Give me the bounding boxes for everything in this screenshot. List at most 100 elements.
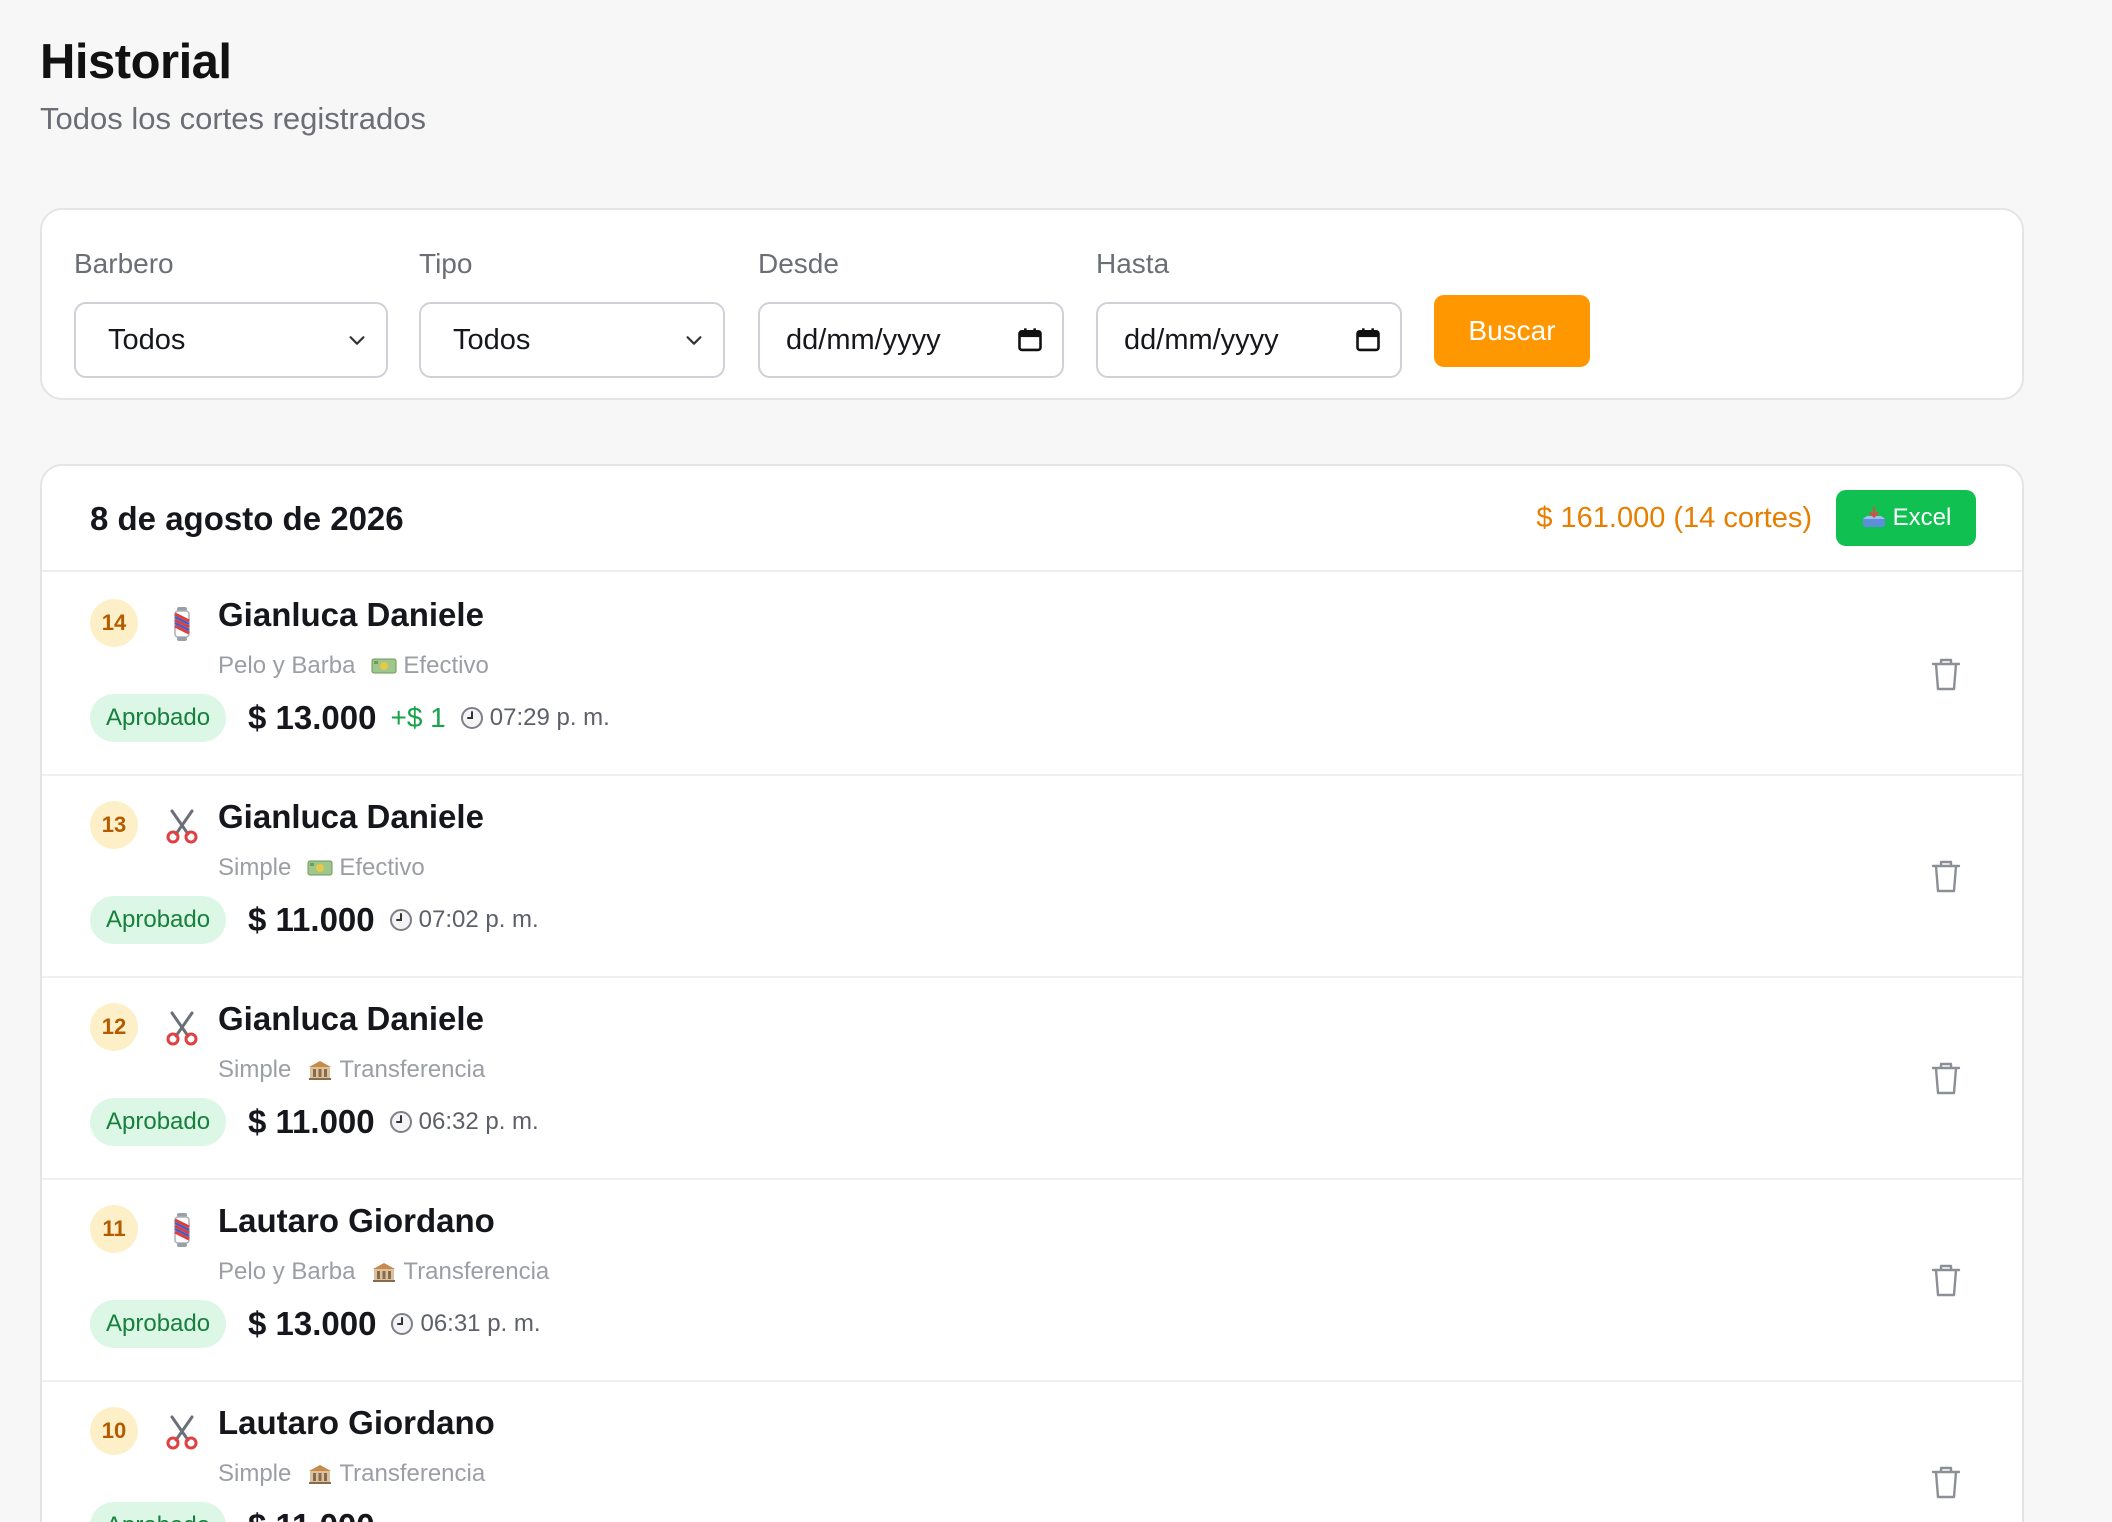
clock-icon bbox=[460, 707, 483, 729]
entry-meta: Simple Efectivo bbox=[218, 854, 425, 882]
entry-amount-row: $ 11.000 bbox=[248, 1502, 389, 1522]
tipo-select-value: Todos bbox=[453, 323, 531, 356]
payment-method: Transferencia bbox=[403, 1258, 550, 1285]
service-type: Pelo y Barba bbox=[218, 652, 356, 679]
barber-name: Gianluca Daniele bbox=[218, 596, 484, 633]
excel-label: Excel bbox=[1892, 504, 1952, 531]
status-badge: Aprobado bbox=[90, 1300, 227, 1348]
history-list: 8 de agosto de 2026 $ 161.000 (14 cortes… bbox=[40, 464, 2024, 1522]
service-type: Simple bbox=[218, 854, 292, 881]
service-type: Pelo y Barba bbox=[218, 1258, 356, 1285]
entry-number-badge: 14 bbox=[90, 599, 138, 647]
bank-icon bbox=[371, 1261, 397, 1283]
clock-icon bbox=[391, 1313, 414, 1335]
desde-date-value: dd/mm/yyyy bbox=[786, 323, 941, 356]
entry-price: $ 11.000 bbox=[248, 901, 375, 938]
trash-icon[interactable] bbox=[1930, 1060, 1962, 1096]
entry-tip: +$ 1 bbox=[390, 702, 446, 733]
chevron-down-icon bbox=[349, 336, 365, 345]
page: Historial Todos los cortes registrados B… bbox=[0, 0, 2112, 1522]
entry-number-badge: 13 bbox=[90, 801, 138, 849]
entry-amount-row: $ 13.000 06:31 p. m. bbox=[248, 1300, 541, 1348]
history-entry: 11 Lautaro Giordano Pelo y Barba Transferen… bbox=[42, 1180, 2022, 1382]
hasta-field: Hasta dd/mm/yyyy bbox=[1096, 246, 1402, 378]
barber-pole-icon bbox=[164, 606, 200, 642]
barbero-label: Barbero bbox=[74, 248, 174, 279]
history-entry: 13 Gianluca Daniele Simple Efectivo Aprobado… bbox=[42, 776, 2022, 978]
entry-meta: Pelo y Barba Efectivo bbox=[218, 652, 489, 680]
entry-time: 06:32 p. m. bbox=[418, 1108, 539, 1135]
clock-icon bbox=[389, 909, 412, 931]
entry-number-badge: 10 bbox=[90, 1407, 138, 1455]
day-date: 8 de agosto de 2026 bbox=[90, 500, 404, 537]
hasta-date-value: dd/mm/yyyy bbox=[1124, 323, 1279, 356]
history-entry: 14 Gianluca Daniele Pelo y Barba Efectivo Ap… bbox=[42, 574, 2022, 776]
entry-amount-row: $ 11.000 07:02 p. m. bbox=[248, 896, 539, 944]
trash-icon[interactable] bbox=[1930, 1262, 1962, 1298]
tipo-select[interactable]: Todos bbox=[419, 302, 725, 378]
entry-price: $ 11.000 bbox=[248, 1507, 375, 1522]
barber-name: Lautaro Giordano bbox=[218, 1404, 495, 1441]
desde-label: Desde bbox=[758, 248, 839, 279]
cash-icon bbox=[371, 655, 397, 677]
entry-amount-row: $ 13.000 +$ 1 07:29 p. m. bbox=[248, 694, 610, 742]
entry-price: $ 13.000 bbox=[248, 1305, 377, 1342]
service-type: Simple bbox=[218, 1460, 292, 1487]
desde-field: Desde dd/mm/yyyy bbox=[758, 246, 1064, 378]
barber-name: Gianluca Daniele bbox=[218, 798, 484, 835]
payment-method: Efectivo bbox=[339, 854, 425, 881]
trash-icon[interactable] bbox=[1930, 1464, 1962, 1500]
excel-export-button[interactable]: Excel bbox=[1836, 490, 1976, 546]
status-badge: Aprobado bbox=[90, 896, 227, 944]
desde-date-input[interactable]: dd/mm/yyyy bbox=[758, 302, 1064, 378]
status-badge: Aprobado bbox=[90, 1502, 227, 1522]
bank-icon bbox=[307, 1059, 333, 1081]
search-button[interactable]: Buscar bbox=[1434, 295, 1590, 367]
entry-meta: Simple Transferencia bbox=[218, 1460, 485, 1488]
barbero-select[interactable]: Todos bbox=[74, 302, 388, 378]
scissors-icon bbox=[164, 1414, 200, 1450]
tipo-field: Tipo Todos bbox=[419, 246, 725, 378]
trash-icon[interactable] bbox=[1930, 858, 1962, 894]
barber-pole-icon bbox=[164, 1212, 200, 1248]
page-subtitle: Todos los cortes registrados bbox=[40, 101, 426, 136]
hasta-label: Hasta bbox=[1096, 248, 1170, 279]
calendar-icon[interactable] bbox=[1016, 326, 1044, 354]
history-entry: 12 Gianluca Daniele Simple Transferencia Apr… bbox=[42, 978, 2022, 1180]
calendar-icon[interactable] bbox=[1354, 326, 1382, 354]
entry-amount-row: $ 11.000 06:32 p. m. bbox=[248, 1098, 539, 1146]
entry-number-badge: 11 bbox=[90, 1205, 138, 1253]
entry-time: 06:31 p. m. bbox=[420, 1310, 541, 1337]
cash-icon bbox=[307, 857, 333, 879]
entry-price: $ 13.000 bbox=[248, 699, 377, 736]
clock-icon bbox=[389, 1111, 412, 1133]
status-badge: Aprobado bbox=[90, 694, 227, 742]
trash-icon[interactable] bbox=[1930, 656, 1962, 692]
barbero-select-value: Todos bbox=[108, 323, 186, 356]
entry-time: 07:02 p. m. bbox=[418, 906, 539, 933]
entry-meta: Simple Transferencia bbox=[218, 1056, 485, 1084]
day-total: $ 161.000 (14 cortes) bbox=[1536, 502, 1812, 534]
history-entry: 10 Lautaro Giordano Simple Transferencia Apr… bbox=[42, 1382, 2022, 1522]
chevron-down-icon bbox=[686, 336, 702, 345]
entry-meta: Pelo y Barba Transferencia bbox=[218, 1258, 549, 1286]
day-header: 8 de agosto de 2026 $ 161.000 (14 cortes… bbox=[42, 466, 2022, 572]
barbero-field: Barbero Todos bbox=[74, 246, 388, 378]
entry-number-badge: 12 bbox=[90, 1003, 138, 1051]
barber-name: Gianluca Daniele bbox=[218, 1000, 484, 1037]
hasta-date-input[interactable]: dd/mm/yyyy bbox=[1096, 302, 1402, 378]
service-type: Simple bbox=[218, 1056, 292, 1083]
scissors-icon bbox=[164, 808, 200, 844]
bank-icon bbox=[307, 1463, 333, 1485]
payment-method: Transferencia bbox=[339, 1056, 486, 1083]
entry-price: $ 11.000 bbox=[248, 1103, 375, 1140]
scissors-icon bbox=[164, 1010, 200, 1046]
entry-time: 07:29 p. m. bbox=[489, 704, 610, 731]
payment-method: Efectivo bbox=[403, 652, 489, 679]
page-title: Historial bbox=[40, 35, 232, 89]
status-badge: Aprobado bbox=[90, 1098, 227, 1146]
inbox-tray-icon bbox=[1862, 507, 1885, 527]
filters-card: Barbero Todos Tipo Todos Desde dd/mm/yyy… bbox=[40, 208, 2024, 400]
payment-method: Transferencia bbox=[339, 1460, 486, 1487]
tipo-label: Tipo bbox=[419, 248, 473, 279]
